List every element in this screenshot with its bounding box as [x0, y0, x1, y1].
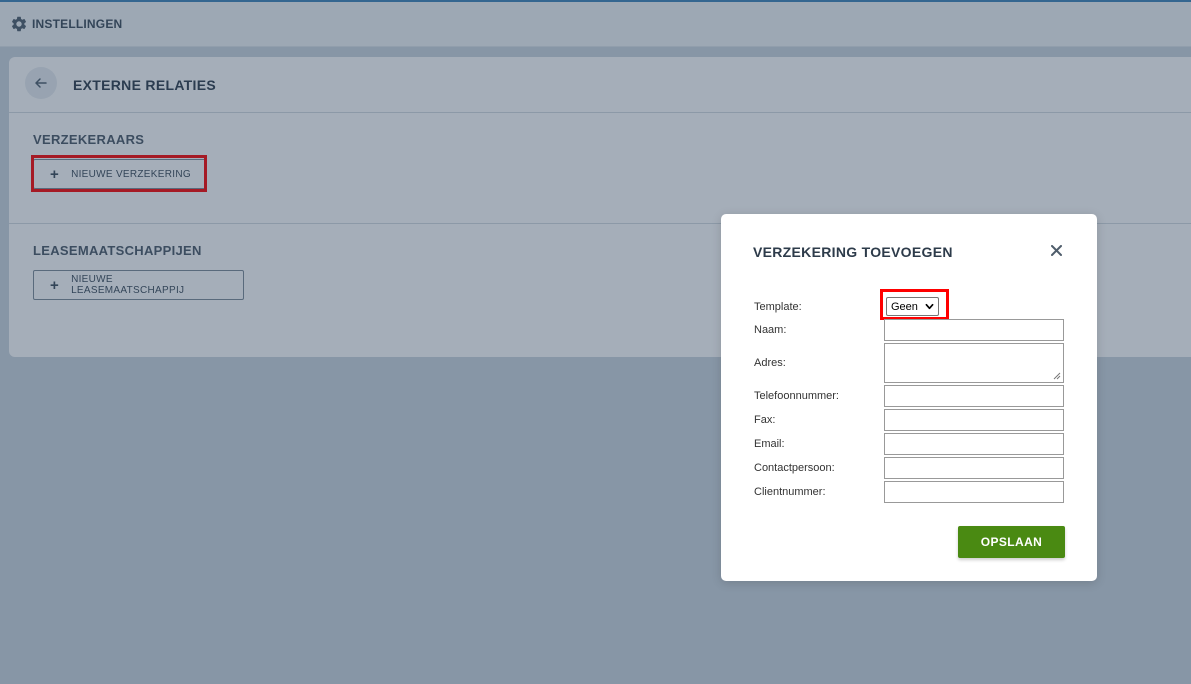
- naam-input[interactable]: [884, 319, 1064, 341]
- email-input[interactable]: [884, 433, 1064, 455]
- email-label: Email:: [754, 438, 785, 450]
- template-label: Template:: [754, 301, 802, 313]
- contactpersoon-label: Contactpersoon:: [754, 462, 835, 474]
- close-icon: [1050, 244, 1062, 256]
- add-insurance-dialog: VERZEKERING TOEVOEGEN Template: Geen Naa…: [721, 214, 1097, 581]
- fax-label: Fax:: [754, 414, 776, 426]
- resize-grip-icon[interactable]: [1053, 372, 1061, 380]
- adres-textarea[interactable]: [884, 343, 1064, 383]
- telefoon-input[interactable]: [884, 385, 1064, 407]
- clientnummer-label: Clientnummer:: [754, 486, 826, 498]
- close-button[interactable]: [1048, 242, 1064, 258]
- telefoon-label: Telefoonnummer:: [754, 390, 839, 402]
- highlight-box: [880, 289, 949, 320]
- save-button[interactable]: OPSLAAN: [958, 526, 1065, 558]
- naam-label: Naam:: [754, 324, 787, 336]
- dialog-title: VERZEKERING TOEVOEGEN: [753, 244, 953, 260]
- contactpersoon-input[interactable]: [884, 457, 1064, 479]
- fax-input[interactable]: [884, 409, 1064, 431]
- adres-label: Adres:: [754, 357, 786, 369]
- clientnummer-input[interactable]: [884, 481, 1064, 503]
